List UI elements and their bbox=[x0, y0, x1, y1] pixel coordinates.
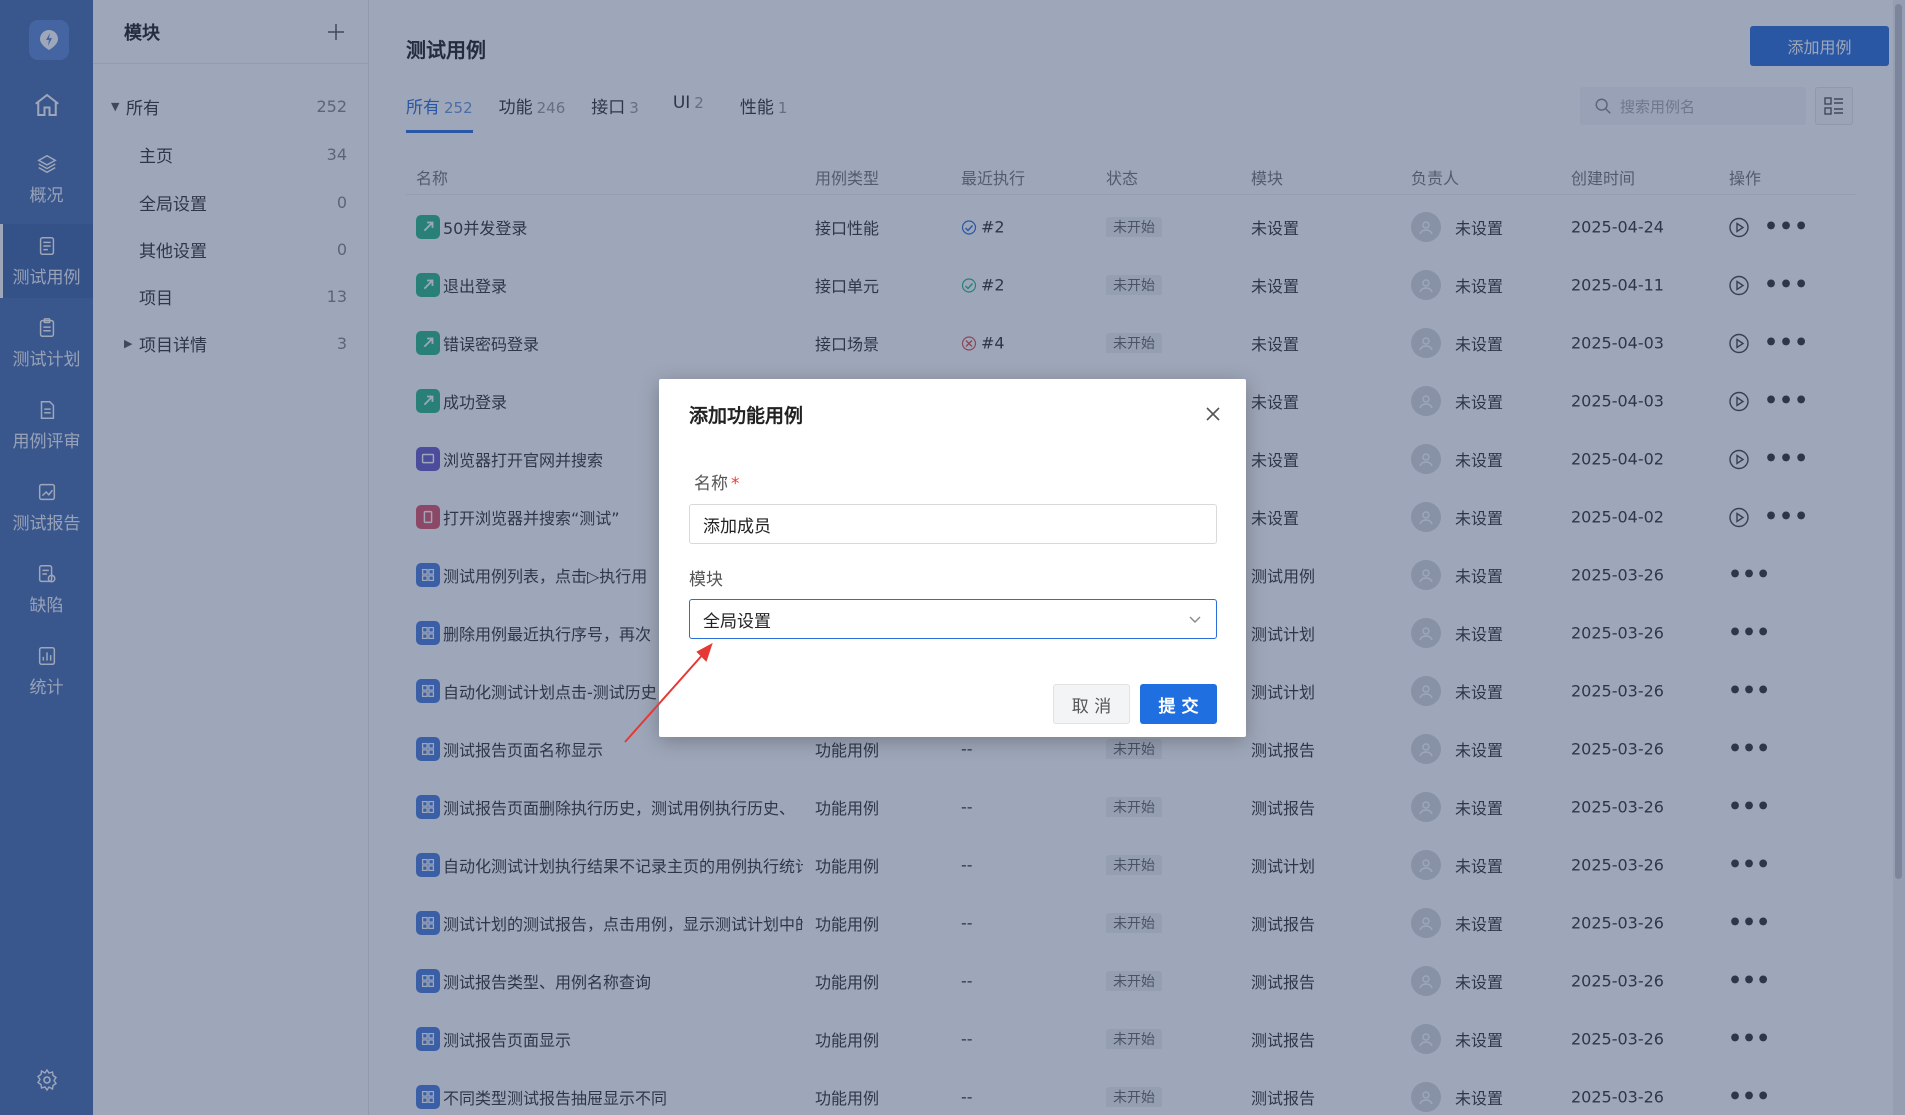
close-icon[interactable] bbox=[1202, 403, 1224, 425]
module-field-label: 模块 bbox=[689, 570, 723, 590]
required-mark: * bbox=[731, 474, 740, 494]
name-label-text: 名称 bbox=[694, 474, 728, 494]
module-select[interactable]: 全局设置 bbox=[689, 599, 1217, 639]
dialog-title: 添加功能用例 bbox=[689, 405, 804, 427]
chevron-down-icon bbox=[1189, 616, 1201, 623]
name-field-value: 添加成员 bbox=[703, 516, 771, 537]
add-functional-case-dialog: 添加功能用例 名称 * 添加成员 模块 全局设置 取 消 提 交 bbox=[659, 379, 1246, 737]
cancel-button[interactable]: 取 消 bbox=[1053, 684, 1130, 724]
name-field-label: 名称 * bbox=[694, 469, 740, 494]
module-select-value: 全局设置 bbox=[703, 611, 771, 632]
name-field[interactable]: 添加成员 bbox=[689, 504, 1217, 544]
submit-button[interactable]: 提 交 bbox=[1140, 684, 1217, 724]
